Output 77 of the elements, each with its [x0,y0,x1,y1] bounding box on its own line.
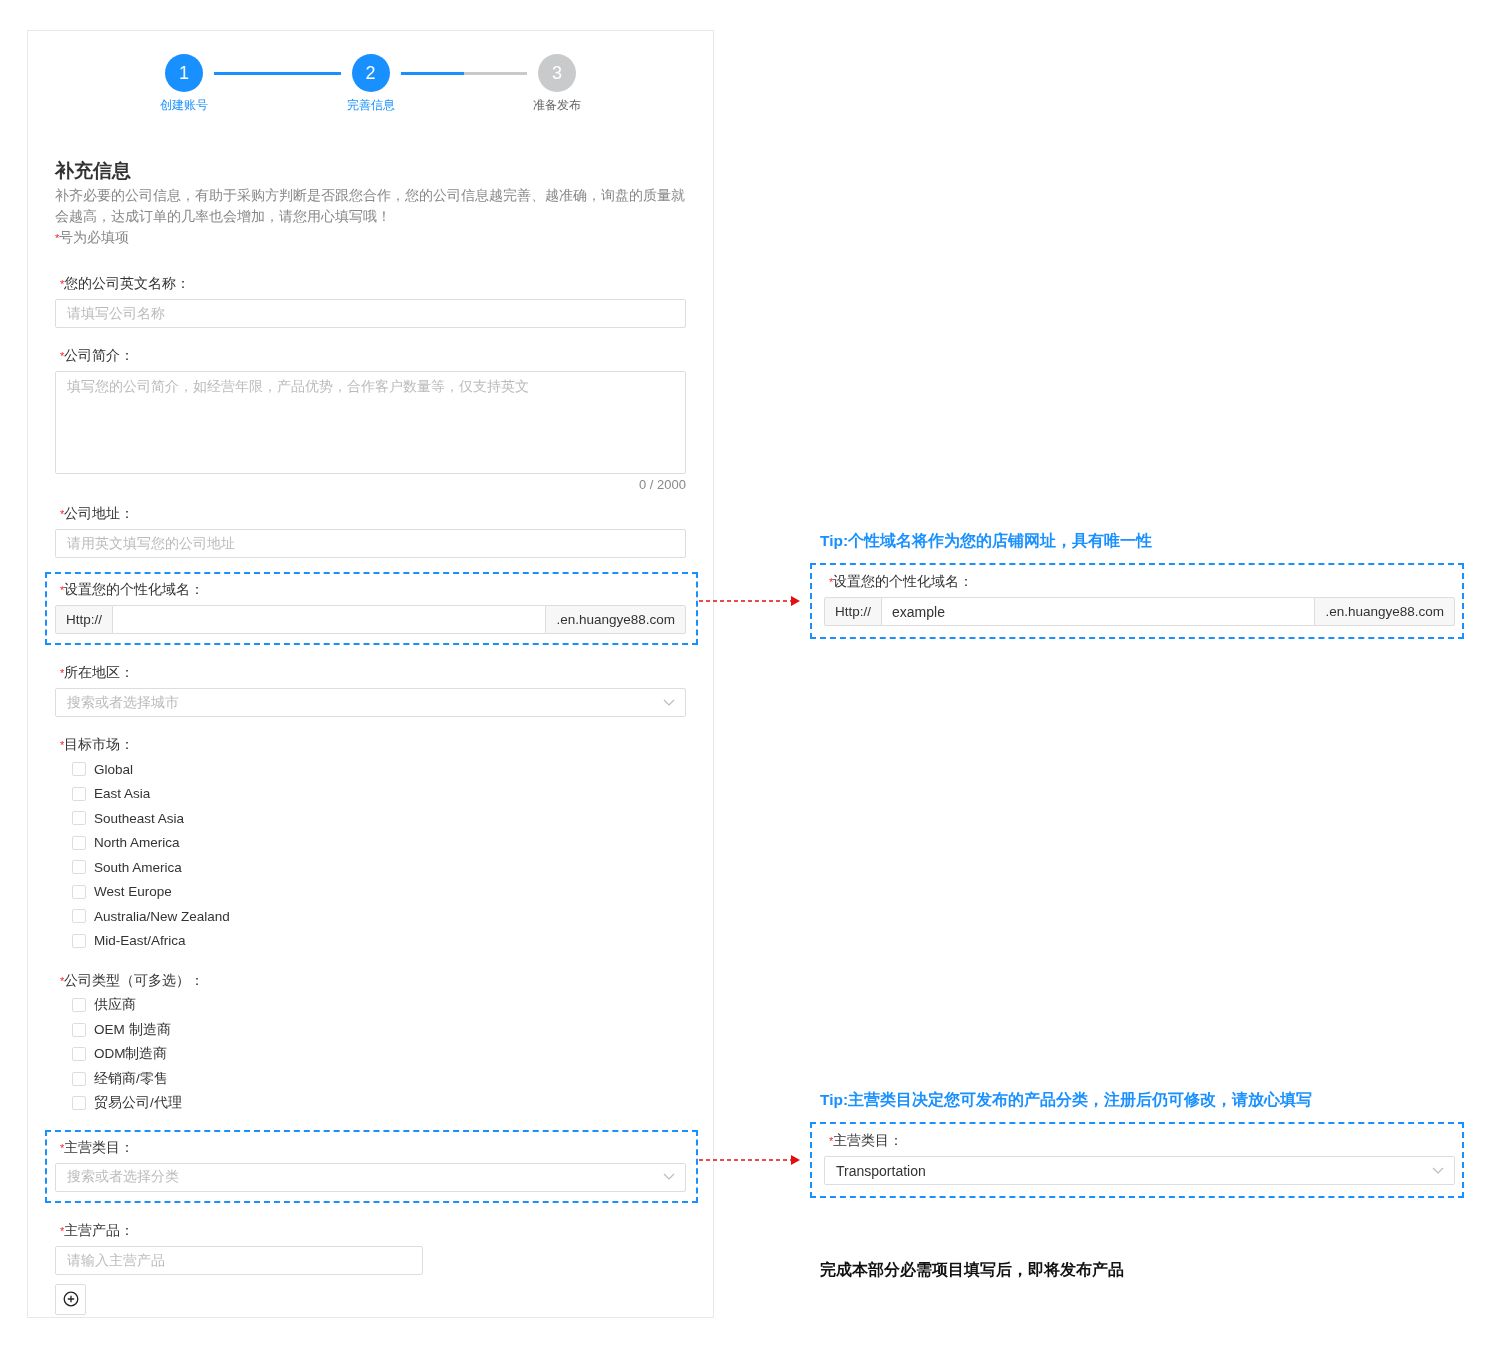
step-circle: 1 [165,54,203,92]
checkbox-label: OEM 制造商 [94,1020,171,1039]
checkbox-label: East Asia [94,786,151,802]
required-mark: * [60,975,65,987]
step-label: 准备发布 [533,97,581,114]
section-description: 补齐必要的公司信息，有助于采购方判断是否跟您合作，您的公司信息越完善、越准确，询盘的质量就会越高，达成订单的几率也会增加，请您用心填写哦！ [55,187,686,226]
select-field[interactable]: Transportation [824,1156,1455,1185]
required-note: 号为必填项 [59,230,130,245]
checkbox[interactable] [72,835,86,850]
checkbox[interactable] [72,998,86,1013]
required-mark: * [829,1135,834,1147]
textarea-field[interactable]: 填写您的公司简介，如经营年限，产品优势，合作客户数量等，仅支持英文 [55,371,686,474]
checkbox[interactable] [72,1096,86,1111]
field-label: 公司简介： [64,348,135,363]
checkbox-label: 供应商 [94,996,136,1015]
domain-input[interactable]: example [882,597,1315,626]
checkbox[interactable] [72,786,86,801]
required-mark: * [60,278,65,290]
checkbox[interactable] [72,860,86,875]
tip-text: Tip:个性域名将作为您的店铺网址，具有唯一性 [820,531,1154,551]
checkbox[interactable] [72,933,86,948]
suffix-addon: .en.huangye88.com [545,605,686,634]
checkbox-label: 经销商/零售 [94,1069,168,1088]
field-label: 公司地址： [64,506,135,521]
add-button[interactable] [55,1283,86,1315]
field-label: 设置您的个性化域名： [833,574,974,589]
field-label: 主营产品： [64,1222,135,1238]
step-circle: 2 [351,54,390,92]
checkbox-label: Southeast Asia [94,810,185,826]
text-field[interactable]: 请填写公司名称 [55,299,686,328]
checkbox-label: 贸易公司/代理 [94,1094,182,1113]
prefix-addon: Http:// [824,597,882,626]
completion-note: 完成本部分必需项目填写后，即将发布产品 [820,1260,1125,1280]
required-mark: * [60,584,65,596]
chevron-down-icon [663,1173,675,1181]
step-label: 创建账号 [160,97,208,114]
plus-circle-icon [62,1291,79,1307]
checkbox-label: West Europe [94,884,172,900]
checkbox[interactable] [72,1071,86,1086]
checkbox[interactable] [72,1022,86,1037]
checkbox-label: Mid-East/Africa [94,933,186,949]
prefix-addon: Http:// [55,605,113,634]
required-mark: * [60,739,65,751]
checkbox-label: North America [94,835,180,851]
domain-input[interactable] [113,605,546,634]
checkbox-label: Australia/New Zealand [94,908,230,924]
required-mark: * [60,350,65,362]
checkbox[interactable] [72,884,86,899]
required-mark: * [60,1224,65,1237]
checkbox[interactable] [72,811,86,826]
chevron-down-icon [1432,1166,1444,1175]
suffix-addon: .en.huangye88.com [1314,597,1455,626]
required-mark: * [829,576,834,588]
field-label: 主营类目： [833,1133,904,1148]
checkbox[interactable] [72,909,86,924]
required-mark: * [60,667,65,679]
tip-text: Tip:主营类目决定您可发布的产品分类，注册后仍可修改，请放心填写 [820,1090,1314,1110]
section-title: 补充信息 [55,159,132,183]
step-label: 完善信息 [346,97,395,114]
field-label: 所在地区： [64,665,135,680]
required-mark: * [55,232,60,244]
required-mark: * [60,508,65,520]
field-label: 公司类型（可多选）： [64,973,205,988]
chevron-down-icon [663,698,675,707]
field-label: 设置您的个性化域名： [64,582,205,597]
checkbox[interactable] [72,762,86,777]
checkbox-label: ODM制造商 [94,1045,168,1064]
checkbox-label: Global [94,761,134,777]
checkbox-label: South America [94,859,182,875]
field-label: 目标市场： [64,737,135,752]
text-field[interactable]: 请用英文填写您的公司地址 [55,529,686,558]
text-field[interactable]: 请输入主营产品 [55,1245,423,1275]
field-label: 主营类目： [64,1139,135,1155]
field-label: 您的公司英文名称： [64,276,191,291]
checkbox[interactable] [72,1047,86,1062]
character-counter: 0 / 2000 [639,477,686,493]
required-mark: * [60,1141,65,1154]
